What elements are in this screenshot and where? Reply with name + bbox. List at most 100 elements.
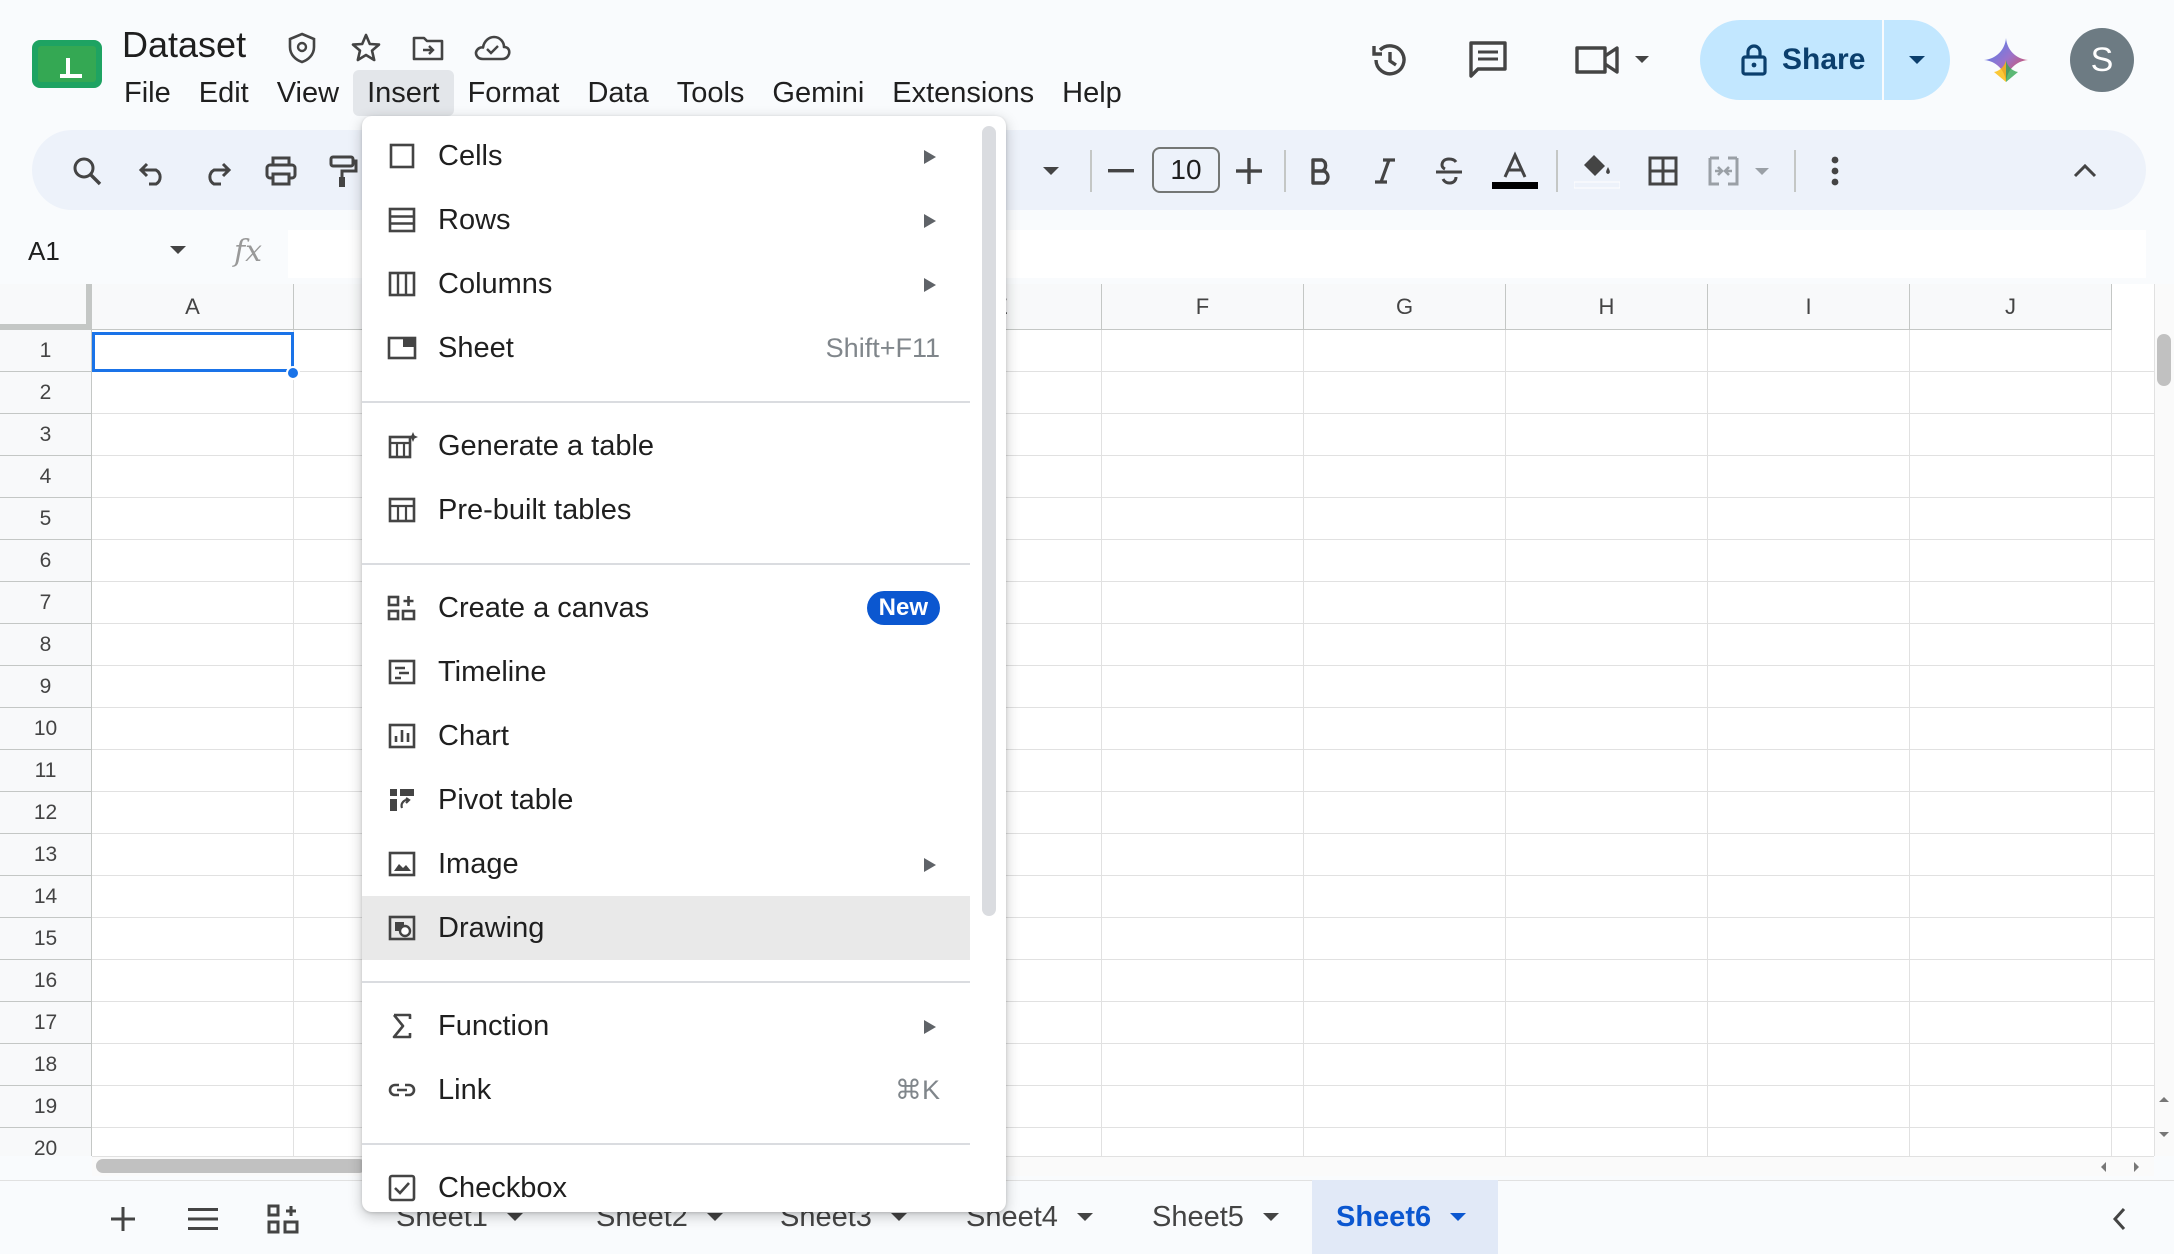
name-box[interactable]: A1 (28, 236, 60, 267)
meet-video-icon[interactable] (1570, 28, 1662, 92)
scroll-down-arrow-icon[interactable] (2157, 1130, 2171, 1140)
row-header-13[interactable]: 13 (0, 834, 92, 876)
comments-icon[interactable] (1456, 28, 1520, 92)
row-header-2[interactable]: 2 (0, 372, 92, 414)
row-header-6[interactable]: 6 (0, 540, 92, 582)
undo-icon[interactable] (126, 146, 180, 196)
menu-item-pivot-table[interactable]: Pivot table (362, 768, 970, 832)
sheet-tab-sheet6[interactable]: Sheet6 (1312, 1180, 1498, 1254)
row-header-9[interactable]: 9 (0, 666, 92, 708)
menu-item-chart[interactable]: Chart (362, 704, 970, 768)
scroll-right-arrow-icon[interactable] (2132, 1160, 2142, 1174)
row-header-11[interactable]: 11 (0, 750, 92, 792)
sheet-tab-chevron-icon[interactable] (1076, 1212, 1094, 1222)
version-history-icon[interactable] (1358, 28, 1422, 92)
sheet-tab-chevron-icon[interactable] (890, 1212, 908, 1222)
document-title[interactable]: Dataset (122, 24, 246, 66)
row-header-14[interactable]: 14 (0, 876, 92, 918)
menu-item-columns[interactable]: Columns (362, 252, 970, 316)
scroll-left-arrow-icon[interactable] (2098, 1160, 2108, 1174)
fill-color-icon[interactable] (1570, 146, 1624, 196)
menu-item-link[interactable]: Link ⌘K (362, 1058, 970, 1122)
row-header-18[interactable]: 18 (0, 1044, 92, 1086)
share-button[interactable]: Share (1700, 20, 1950, 100)
borders-icon[interactable] (1636, 146, 1690, 196)
column-header-i[interactable]: I (1708, 284, 1910, 330)
column-header-j[interactable]: J (1910, 284, 2112, 330)
share-main-button[interactable]: Share (1700, 20, 1884, 100)
row-header-15[interactable]: 15 (0, 918, 92, 960)
selected-cell-a1[interactable] (92, 332, 294, 372)
name-box-chevron-icon[interactable] (168, 244, 188, 256)
menu-extensions[interactable]: Extensions (878, 70, 1048, 116)
cloud-saved-icon[interactable] (472, 30, 512, 66)
merge-cells-icon[interactable] (1702, 146, 1782, 196)
redo-icon[interactable] (190, 146, 244, 196)
star-icon[interactable] (346, 30, 386, 66)
row-header-1[interactable]: 1 (0, 330, 92, 372)
menu-help[interactable]: Help (1048, 70, 1136, 116)
strikethrough-icon[interactable] (1422, 146, 1476, 196)
row-header-19[interactable]: 19 (0, 1086, 92, 1128)
row-header-8[interactable]: 8 (0, 624, 92, 666)
share-dropdown-chevron-icon[interactable] (1884, 20, 1950, 100)
collapse-toolbar-chevron-icon[interactable] (2058, 146, 2112, 196)
row-header-5[interactable]: 5 (0, 498, 92, 540)
font-dropdown-chevron-icon[interactable] (1024, 146, 1078, 196)
spreadsheet-grid[interactable]: ABCDEFGHIJ 12345678910111213141516171819… (0, 284, 2154, 1156)
menu-insert[interactable]: Insert (353, 70, 454, 116)
column-header-f[interactable]: F (1102, 284, 1304, 330)
sheet-tab-sheet5[interactable]: Sheet5 (1128, 1180, 1312, 1254)
gemini-sparkle-icon[interactable] (1982, 36, 2030, 84)
menu-file[interactable]: File (110, 70, 185, 116)
move-folder-icon[interactable] (408, 30, 448, 66)
sheet-tab-chevron-icon[interactable] (706, 1212, 724, 1222)
row-header-20[interactable]: 20 (0, 1128, 92, 1156)
menu-item-generate-a-table[interactable]: Generate a table (362, 414, 970, 478)
menu-item-pre-built-tables[interactable]: Pre-built tables (362, 478, 970, 542)
all-sheets-menu-icon[interactable] (176, 1194, 230, 1244)
column-header-a[interactable]: A (92, 284, 294, 330)
security-shield-icon[interactable] (282, 30, 322, 66)
more-options-icon[interactable] (1808, 146, 1862, 196)
sheets-logo-icon[interactable] (32, 40, 102, 88)
menu-item-cells[interactable]: Cells (362, 124, 970, 188)
search-menus-icon[interactable] (60, 146, 114, 196)
text-color-icon[interactable] (1488, 146, 1542, 196)
row-header-10[interactable]: 10 (0, 708, 92, 750)
menu-scrollbar[interactable] (982, 126, 996, 916)
increase-font-size-icon[interactable] (1222, 146, 1276, 196)
menu-item-checkbox[interactable]: Checkbox (362, 1156, 970, 1212)
decrease-font-size-icon[interactable] (1094, 146, 1148, 196)
column-header-h[interactable]: H (1506, 284, 1708, 330)
menu-item-timeline[interactable]: Timeline (362, 640, 970, 704)
menu-view[interactable]: View (263, 70, 353, 116)
account-avatar[interactable]: S (2070, 28, 2134, 92)
menu-item-drawing[interactable]: Drawing (362, 896, 970, 960)
italic-icon[interactable] (1358, 146, 1412, 196)
add-sheet-icon[interactable] (96, 1194, 150, 1244)
menu-edit[interactable]: Edit (185, 70, 263, 116)
menu-item-rows[interactable]: Rows (362, 188, 970, 252)
row-header-3[interactable]: 3 (0, 414, 92, 456)
menu-data[interactable]: Data (573, 70, 662, 116)
row-header-7[interactable]: 7 (0, 582, 92, 624)
row-header-17[interactable]: 17 (0, 1002, 92, 1044)
sheet-tab-chevron-icon[interactable] (506, 1212, 524, 1222)
menu-item-function[interactable]: Function (362, 994, 970, 1058)
menu-item-create-a-canvas[interactable]: Create a canvas New (362, 576, 970, 640)
row-header-12[interactable]: 12 (0, 792, 92, 834)
scroll-up-arrow-icon[interactable] (2157, 1094, 2171, 1104)
select-all-corner[interactable] (0, 284, 92, 330)
sheet-tab-chevron-icon[interactable] (1262, 1212, 1280, 1222)
print-icon[interactable] (254, 146, 308, 196)
row-header-16[interactable]: 16 (0, 960, 92, 1002)
sheet-tab-chevron-icon[interactable] (1449, 1212, 1467, 1222)
menu-item-image[interactable]: Image (362, 832, 970, 896)
bold-icon[interactable] (1294, 146, 1348, 196)
menu-tools[interactable]: Tools (663, 70, 759, 116)
horizontal-scroll-thumb[interactable] (96, 1159, 366, 1173)
vertical-scroll-thumb[interactable] (2157, 334, 2171, 386)
font-size-input[interactable]: 10 (1152, 147, 1220, 193)
scroll-tabs-left-chevron-icon[interactable] (2092, 1194, 2146, 1244)
